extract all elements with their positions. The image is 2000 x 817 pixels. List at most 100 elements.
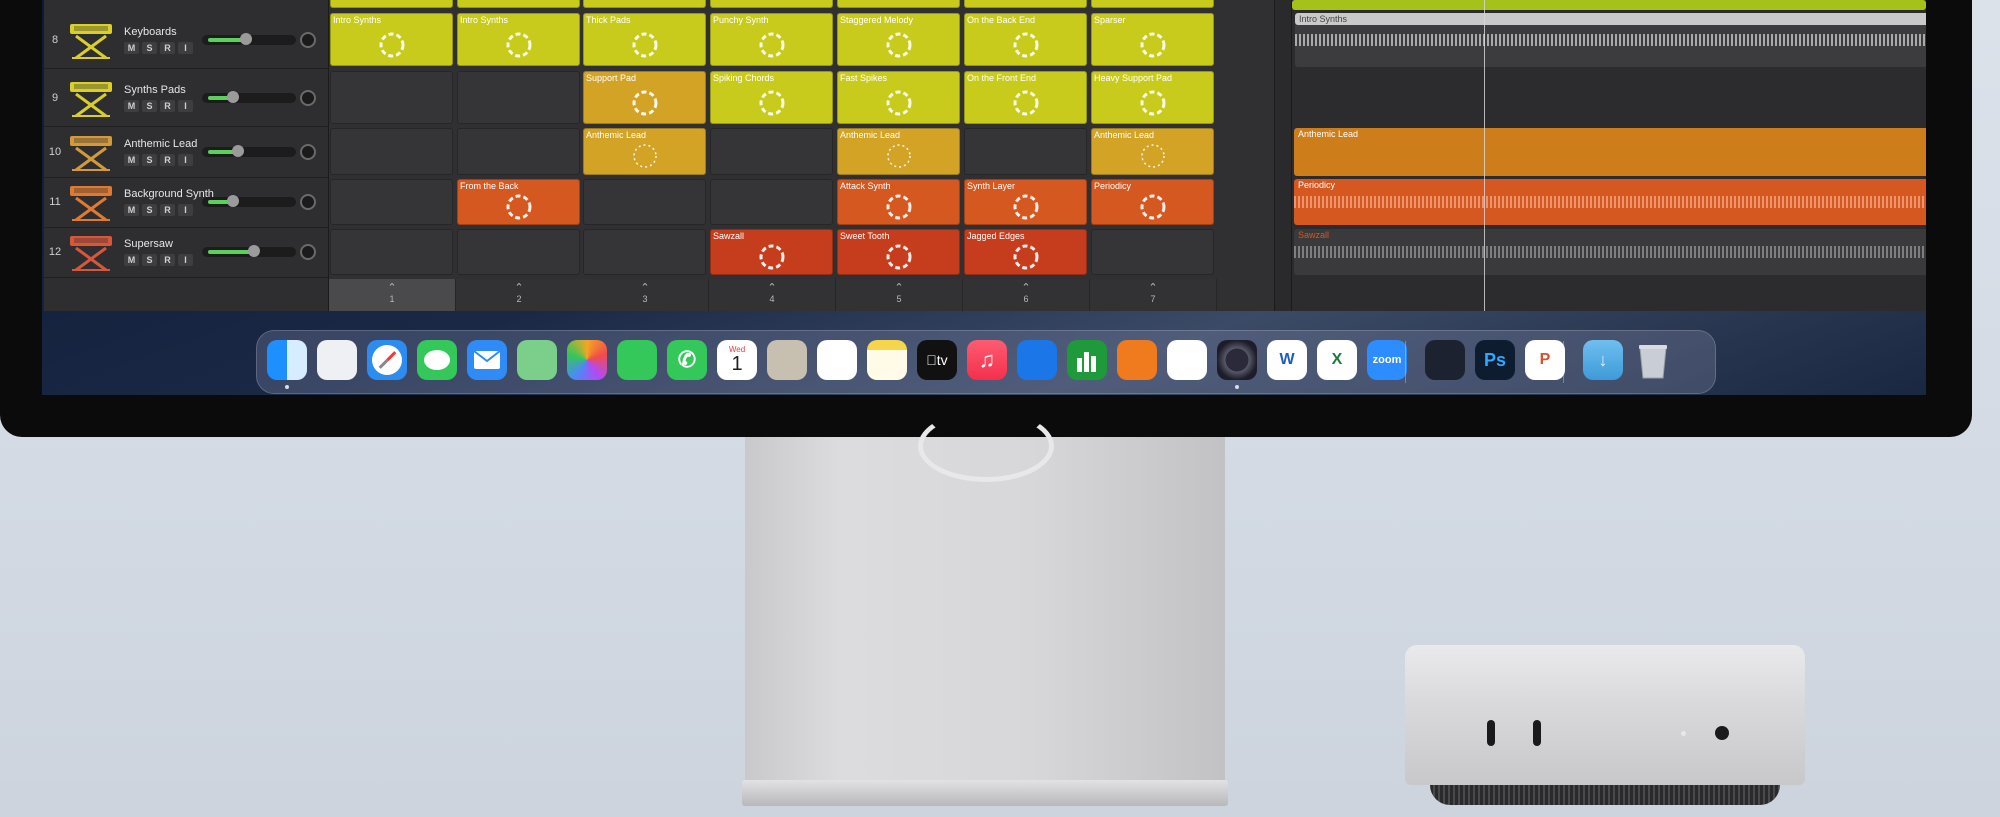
notes-icon[interactable]	[867, 340, 907, 380]
loop-cell[interactable]: Synth Layer	[964, 179, 1087, 225]
solo-button[interactable]: S	[142, 204, 157, 216]
loop-cell[interactable]: Support Pad	[583, 71, 706, 124]
loop-cell[interactable]: From the Back	[457, 179, 580, 225]
mute-button[interactable]: M	[124, 153, 139, 166]
loop-cell[interactable]	[457, 0, 580, 8]
track-name[interactable]: Keyboards	[124, 26, 177, 38]
fader-knob[interactable]	[227, 195, 239, 207]
record-enable-button[interactable]: R	[160, 254, 175, 266]
safari-icon[interactable]	[367, 340, 407, 380]
empty-cell[interactable]	[457, 128, 580, 175]
volume-fader[interactable]	[202, 32, 296, 45]
solo-button[interactable]: S	[142, 254, 157, 266]
pages-icon[interactable]	[1117, 340, 1157, 380]
loop-cell[interactable]	[710, 0, 833, 8]
music-icon[interactable]: ♫	[967, 340, 1007, 380]
fader-knob[interactable]	[248, 245, 260, 257]
pan-knob[interactable]	[300, 31, 316, 48]
track-header[interactable]: 9 Synths Pads M S R I	[44, 69, 328, 127]
mute-button[interactable]: M	[124, 41, 139, 54]
solo-button[interactable]: S	[142, 41, 157, 54]
track-region[interactable]: Intro Synths	[1295, 13, 1926, 25]
empty-cell[interactable]	[710, 128, 833, 175]
calendar-icon[interactable]: Wed 1	[717, 340, 757, 380]
pan-knob[interactable]	[300, 244, 316, 260]
empty-cell[interactable]	[964, 128, 1087, 175]
volume-fader[interactable]	[202, 245, 296, 257]
loop-cell[interactable]	[1091, 0, 1214, 8]
loop-cell[interactable]: Sawzall	[710, 229, 833, 275]
input-monitor-button[interactable]: I	[178, 254, 193, 266]
volume-fader[interactable]	[202, 144, 296, 157]
loop-cell[interactable]: Sparser	[1091, 13, 1214, 66]
solo-button[interactable]: S	[142, 153, 157, 166]
pan-knob[interactable]	[300, 194, 316, 210]
scene-trigger[interactable]: ⌃ 5	[836, 279, 963, 311]
track-region[interactable]: Periodicy	[1294, 179, 1926, 225]
fader-knob[interactable]	[227, 90, 239, 103]
slack-icon[interactable]	[1167, 340, 1207, 380]
scene-trigger[interactable]: ⌃ 7	[1090, 279, 1217, 311]
launchpad-icon[interactable]	[317, 340, 357, 380]
empty-cell[interactable]	[330, 71, 453, 124]
input-monitor-button[interactable]: I	[178, 153, 193, 166]
logic-icon[interactable]	[1217, 340, 1257, 380]
loop-cell[interactable]	[583, 0, 706, 8]
fader-knob[interactable]	[232, 144, 244, 157]
volume-fader[interactable]	[202, 195, 296, 207]
loop-cell[interactable]: Periodicy	[1091, 179, 1214, 225]
zoom-icon[interactable]: zoom	[1367, 340, 1407, 380]
empty-cell[interactable]	[330, 229, 453, 275]
track-name[interactable]: Synths Pads	[124, 84, 186, 96]
loop-cell[interactable]: Jagged Edges	[964, 229, 1087, 275]
mail-icon[interactable]	[467, 340, 507, 380]
trash-icon[interactable]	[1633, 340, 1673, 380]
mute-button[interactable]: M	[124, 254, 139, 266]
loop-cell[interactable]	[837, 0, 960, 8]
track-name[interactable]: Background Synth	[124, 188, 214, 200]
mute-button[interactable]: M	[124, 99, 139, 112]
volume-fader[interactable]	[202, 90, 296, 103]
solo-button[interactable]: S	[142, 99, 157, 112]
empty-cell[interactable]	[710, 179, 833, 225]
mute-button[interactable]: M	[124, 204, 139, 216]
numbers-icon[interactable]	[1067, 340, 1107, 380]
messages-icon[interactable]	[417, 340, 457, 380]
phone-icon[interactable]: ✆	[667, 340, 707, 380]
finder-icon[interactable]	[267, 340, 307, 380]
word-icon[interactable]: W	[1267, 340, 1307, 380]
loop-cell[interactable]: Sweet Tooth	[837, 229, 960, 275]
loop-cell[interactable]: Anthemic Lead	[583, 128, 706, 175]
empty-cell[interactable]	[330, 179, 453, 225]
record-enable-button[interactable]: R	[160, 99, 175, 112]
fader-knob[interactable]	[240, 32, 252, 45]
davinci-icon[interactable]	[1425, 340, 1465, 380]
empty-cell[interactable]	[583, 229, 706, 275]
scene-trigger[interactable]: ⌃ 4	[709, 279, 836, 311]
loop-cell[interactable]: Anthemic Lead	[1091, 128, 1214, 175]
scene-trigger[interactable]: ⌃ 1	[329, 279, 456, 311]
loop-cell[interactable]: Punchy Synth	[710, 13, 833, 66]
photoshop-icon[interactable]: Ps	[1475, 340, 1515, 380]
input-monitor-button[interactable]: I	[178, 41, 193, 54]
loop-cell[interactable]: Thick Pads	[583, 13, 706, 66]
appletv-icon[interactable]: tv	[917, 340, 957, 380]
scene-trigger[interactable]: ⌃ 3	[582, 279, 709, 311]
maps-icon[interactable]	[517, 340, 557, 380]
scene-trigger[interactable]: ⌃ 2	[456, 279, 583, 311]
record-enable-button[interactable]: R	[160, 204, 175, 216]
empty-cell[interactable]	[457, 71, 580, 124]
reminders-icon[interactable]	[817, 340, 857, 380]
empty-cell[interactable]	[1091, 229, 1214, 275]
facetime-icon[interactable]	[617, 340, 657, 380]
track-header[interactable]: 8 Keyboards M S R I	[44, 11, 328, 69]
input-monitor-button[interactable]: I	[178, 99, 193, 112]
keynote-icon[interactable]	[1017, 340, 1057, 380]
track-header[interactable]: 11 Background Synth M S R I	[44, 177, 328, 228]
loop-cell[interactable]	[330, 0, 453, 8]
photos-icon[interactable]	[567, 340, 607, 380]
track-header[interactable]: 10 Anthemic Lead M S R I	[44, 126, 328, 178]
empty-cell[interactable]	[330, 128, 453, 175]
downloads-folder-icon[interactable]: ↓	[1583, 340, 1623, 380]
loop-cell[interactable]: Spiking Chords	[710, 71, 833, 124]
